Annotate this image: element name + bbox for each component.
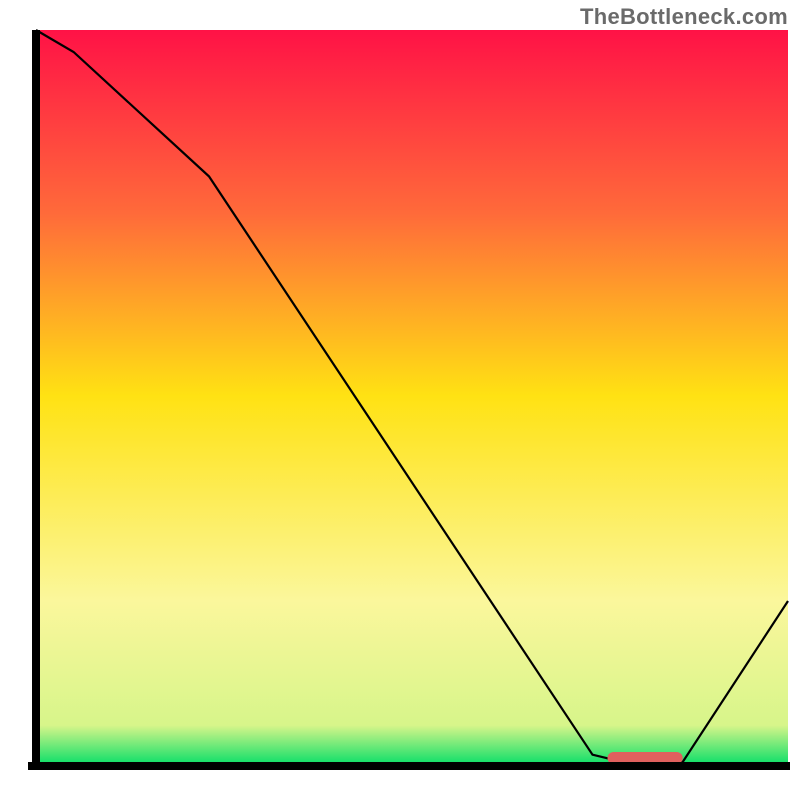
bottleneck-chart xyxy=(0,0,800,800)
chart-container: TheBottleneck.com xyxy=(0,0,800,800)
gradient-background xyxy=(36,30,788,762)
watermark-text: TheBottleneck.com xyxy=(580,4,788,30)
